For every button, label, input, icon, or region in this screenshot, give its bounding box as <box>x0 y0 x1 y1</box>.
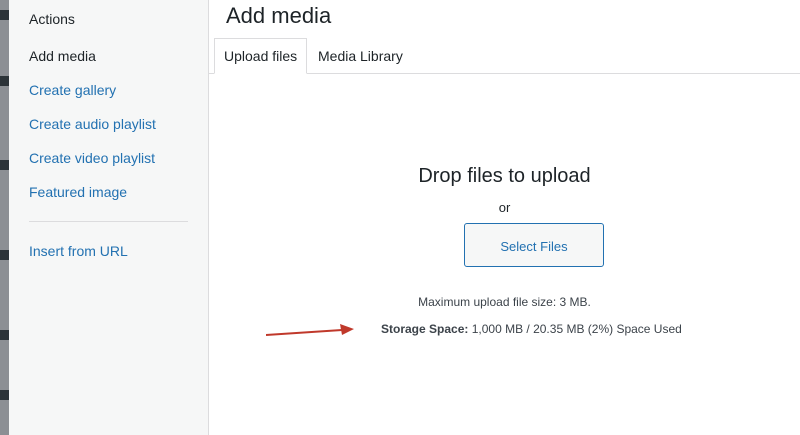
edge-mark <box>0 390 9 400</box>
edge-mark <box>0 10 9 20</box>
edge-mark <box>0 76 9 86</box>
select-files-button[interactable]: Select Files <box>464 223 604 267</box>
storage-space-text: Storage Space: 1,000 MB / 20.35 MB (2%) … <box>381 322 682 336</box>
edge-mark <box>0 250 9 260</box>
sidebar-heading: Actions <box>29 11 75 27</box>
or-text: or <box>498 200 511 215</box>
sidebar-item-create-video-playlist[interactable]: Create video playlist <box>29 150 155 166</box>
drop-zone-title: Drop files to upload <box>418 165 591 187</box>
media-modal-sidebar: Actions Add media Create gallery Create … <box>9 0 209 435</box>
storage-space-value: 1,000 MB / 20.35 MB (2%) Space Used <box>471 322 682 336</box>
sidebar-item-create-gallery[interactable]: Create gallery <box>29 82 116 98</box>
max-upload-size-text: Maximum upload file size: 3 MB. <box>418 295 591 309</box>
underlying-admin-menu-edge <box>0 0 9 435</box>
edge-mark <box>0 160 9 170</box>
sidebar-separator <box>29 221 188 222</box>
sidebar-item-create-audio-playlist[interactable]: Create audio playlist <box>29 116 156 132</box>
storage-space-label: Storage Space: <box>381 322 469 336</box>
sidebar-item-insert-from-url[interactable]: Insert from URL <box>29 243 128 259</box>
sidebar-item-featured-image[interactable]: Featured image <box>29 184 127 200</box>
page-title: Add media <box>226 3 332 28</box>
media-modal-content: Add media Upload files Media Library Dro… <box>209 0 800 435</box>
tab-upload-files[interactable]: Upload files <box>214 38 308 74</box>
tab-media-library[interactable]: Media Library <box>309 39 412 73</box>
annotation-arrow-icon <box>266 324 354 336</box>
sidebar-item-add-media[interactable]: Add media <box>29 48 96 64</box>
edge-mark <box>0 330 9 340</box>
